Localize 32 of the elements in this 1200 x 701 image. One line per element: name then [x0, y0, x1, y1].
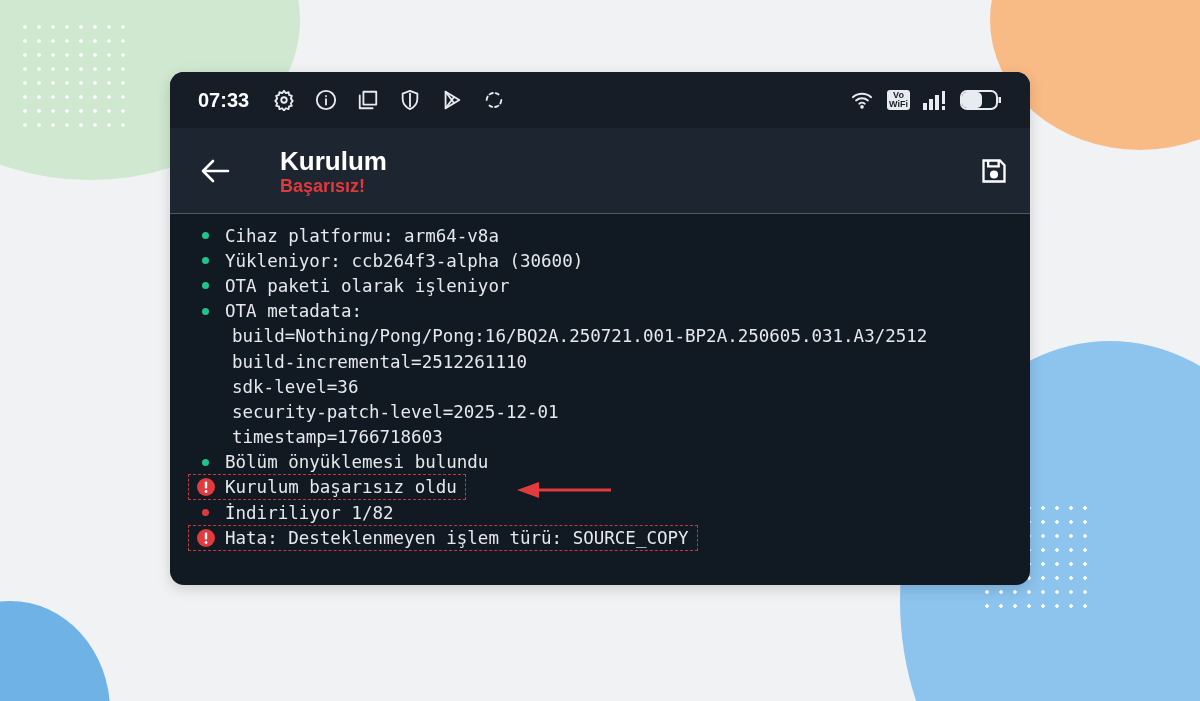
log-text: Hata: Desteklenmeyen işlem türü: SOURCE_COPY: [225, 527, 689, 548]
log-text: OTA paketi olarak işleniyor: [225, 275, 510, 296]
log-text: Yükleniyor: ccb264f3-alpha (30600): [225, 250, 584, 271]
battery-icon: [960, 89, 1002, 111]
bullet-icon: [202, 232, 209, 240]
bullet-icon: [202, 257, 209, 265]
info-icon: [315, 89, 338, 111]
page-title: Kurulum: [280, 145, 387, 176]
log-text: Bölüm önyüklemesi bulundu: [225, 452, 489, 473]
log-text: build-incremental=2512261110: [232, 351, 527, 372]
log-text: Cihaz platformu: arm64-v8a: [225, 225, 499, 246]
alert-icon: [197, 528, 215, 547]
vowifi-badge: Vo WiFi: [887, 90, 910, 110]
log-text: sdk-level=36: [232, 376, 359, 397]
signal-icon: [922, 89, 948, 111]
back-button[interactable]: [200, 157, 230, 184]
log-text: Kurulum başarısız oldu: [225, 477, 457, 498]
log-text: build=Nothing/Pong/Pong:16/BQ2A.250721.001-BP2A.250605.031.A3/2512: [232, 326, 928, 347]
bullet-icon: [202, 282, 209, 290]
log-text: İndiriliyor 1/82: [225, 502, 394, 523]
copy-icon: [357, 89, 380, 111]
save-icon[interactable]: [980, 156, 1008, 185]
log-text: OTA metadata:: [225, 301, 362, 322]
bullet-icon: [202, 509, 209, 517]
status-subtitle: Başarısız!: [280, 175, 367, 196]
gear-icon: [273, 89, 296, 111]
alert-icon: [197, 478, 215, 497]
log-text: security-patch-level=2025-12-01: [232, 401, 559, 422]
bullet-icon: [202, 458, 209, 466]
log-text: timestamp=1766718603: [232, 427, 443, 448]
bullet-icon: [202, 307, 209, 315]
clock: 07:33: [198, 88, 250, 112]
